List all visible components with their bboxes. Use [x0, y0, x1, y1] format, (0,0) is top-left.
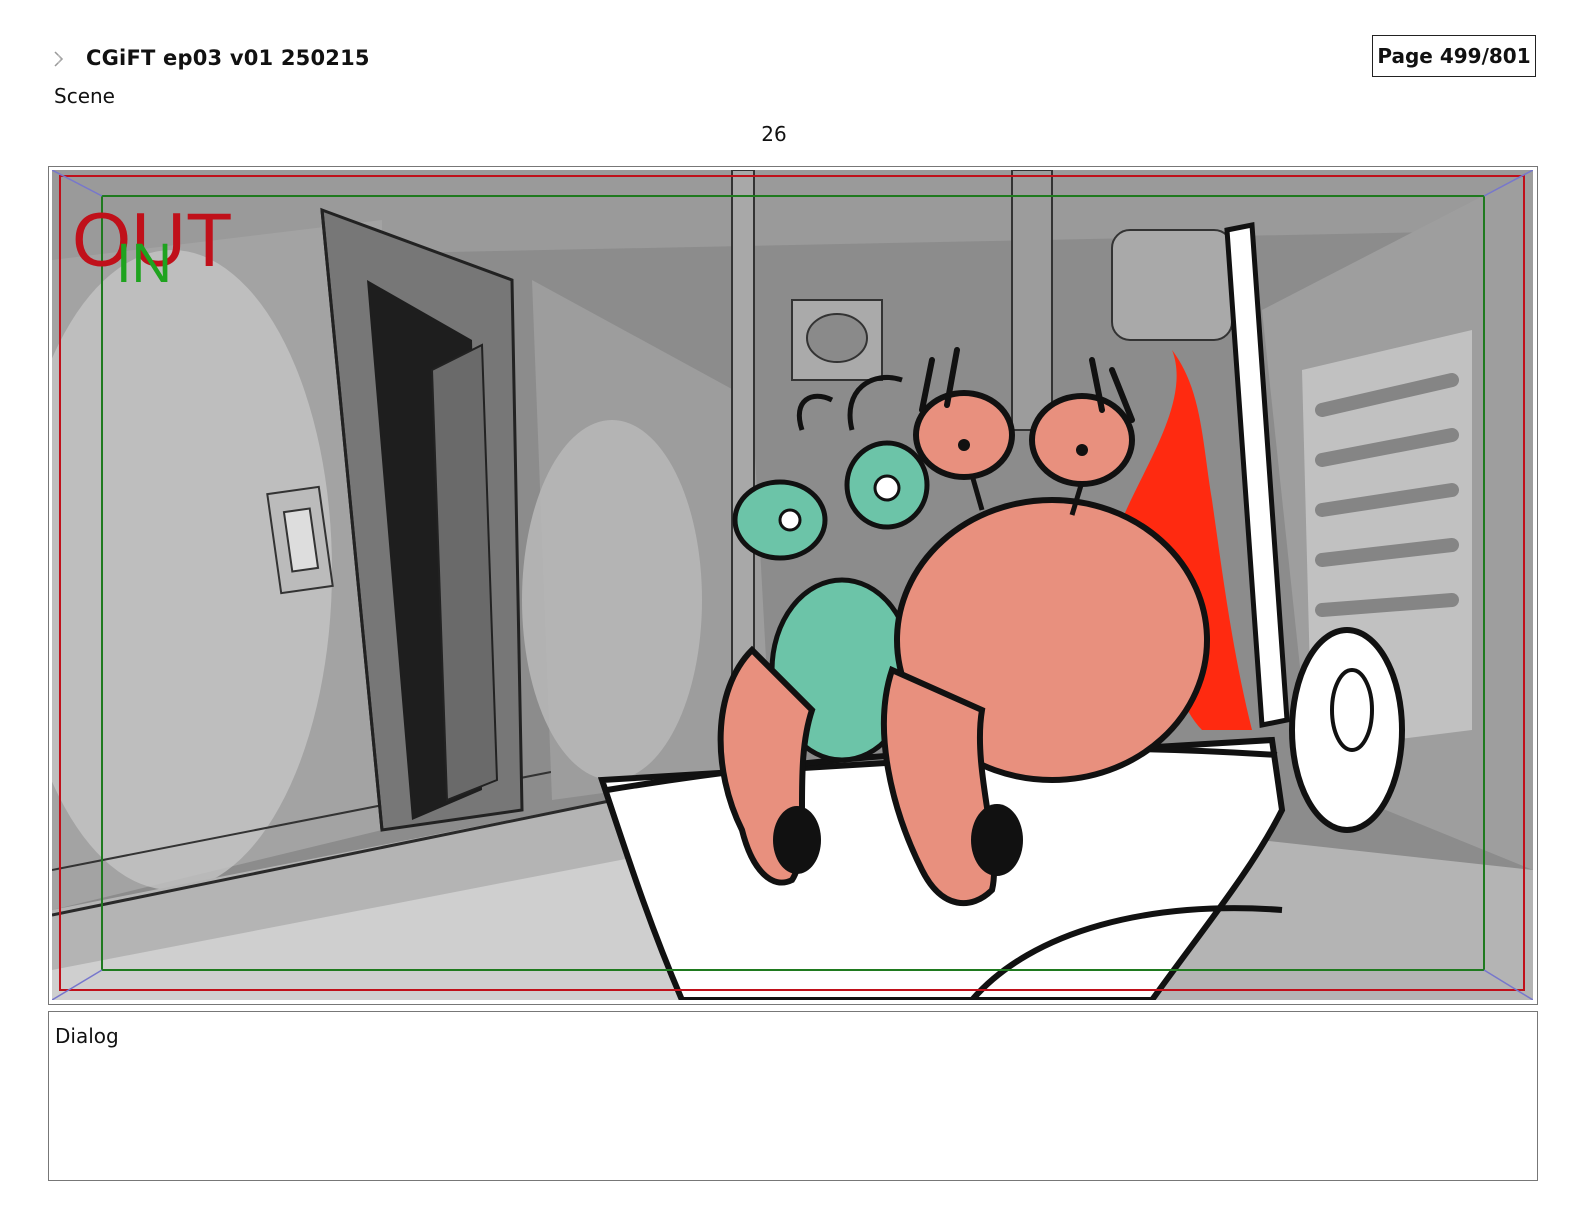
app-icon	[54, 51, 64, 67]
document-title: CGiFT ep03 v01 250215	[86, 46, 370, 70]
dialog-label: Dialog	[55, 1024, 119, 1048]
storyboard-panel: OUT IN	[48, 166, 1538, 1005]
dialog-box: Dialog	[48, 1011, 1538, 1181]
in-frame-label: IN	[116, 231, 172, 294]
scene-number: 26	[761, 122, 787, 146]
scene-label: Scene	[54, 84, 115, 108]
page-indicator: Page 499/801	[1372, 35, 1536, 77]
panel-drawing: OUT IN	[52, 170, 1533, 1000]
